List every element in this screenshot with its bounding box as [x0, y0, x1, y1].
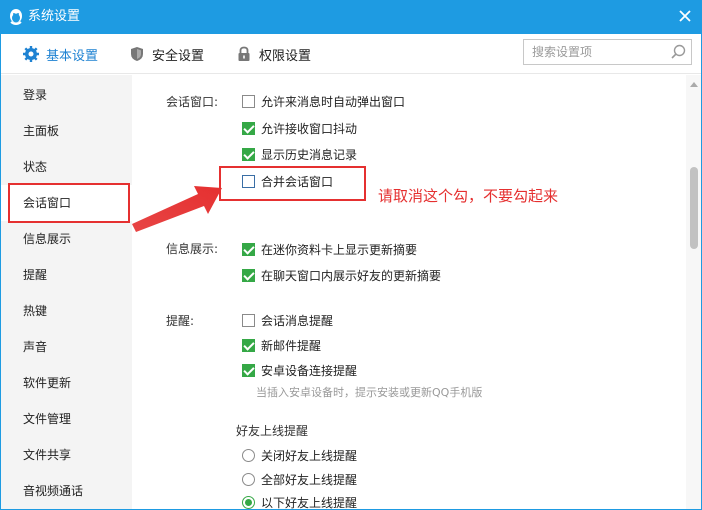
shield-icon: [131, 47, 143, 61]
sidebar-item-software-update[interactable]: 软件更新: [0, 365, 132, 401]
sidebar-item-label: 音视频通话: [23, 484, 84, 498]
scrollbar-thumb[interactable]: [690, 167, 698, 249]
title-bar: 系统设置: [0, 0, 702, 34]
sidebar-item-label: 信息展示: [23, 232, 72, 246]
sidebar-item-label: 热键: [23, 304, 48, 318]
tab-security-settings[interactable]: 安全设置: [128, 34, 204, 74]
sidebar-item-label: 文件管理: [23, 412, 72, 426]
radio-selected-online-reminder[interactable]: 以下好友上线提醒: [242, 493, 357, 510]
qq-penguin-icon: [10, 9, 22, 25]
annotation-highlight-sidebar: [8, 183, 130, 223]
search-input[interactable]: [524, 40, 664, 64]
option-label: 以下好友上线提醒: [261, 495, 358, 510]
window-title: 系统设置: [28, 9, 81, 24]
annotation-highlight-option: [219, 166, 366, 201]
option-label: 全部好友上线提醒: [261, 472, 358, 487]
tab-label: 基本设置: [46, 48, 99, 64]
gear-icon: [23, 46, 39, 62]
checkbox-box[interactable]: [242, 363, 255, 377]
sidebar-item-label: 文件共享: [23, 448, 72, 462]
option-label: 在迷你资料卡上显示更新摘要: [261, 242, 418, 257]
annotation-text: 请取消这个勾，不要勾起来: [378, 187, 559, 205]
option-label: 显示历史消息记录: [261, 147, 358, 162]
annotation-arrow-icon: [132, 186, 222, 232]
section-label-info-display: 信息展示:: [166, 242, 219, 256]
checkbox-box[interactable]: [242, 242, 255, 256]
option-label: 安卓设备连接提醒: [261, 363, 358, 378]
tab-basic-settings[interactable]: 基本设置: [22, 34, 98, 74]
option-label: 关闭好友上线提醒: [261, 448, 358, 463]
sidebar-item-label: 软件更新: [23, 376, 72, 390]
option-label: 会话消息提醒: [261, 313, 334, 328]
checkbox-chat-window-summary[interactable]: 在聊天窗口内展示好友的更新摘要: [242, 266, 441, 284]
tab-bar: 基本设置 安全设置 权限设置: [0, 34, 702, 74]
radio-close-online-reminder[interactable]: 关闭好友上线提醒: [242, 446, 357, 464]
checkbox-message-reminder[interactable]: 会话消息提醒: [242, 311, 333, 329]
radio-all-online-reminder[interactable]: 全部好友上线提醒: [242, 470, 357, 488]
checkbox-box[interactable]: [242, 268, 255, 282]
option-label: 在聊天窗口内展示好友的更新摘要: [261, 268, 442, 283]
checkbox-show-history[interactable]: 显示历史消息记录: [242, 145, 357, 163]
section-label-chat-window: 会话窗口:: [166, 95, 219, 109]
scroll-up-icon[interactable]: [690, 81, 698, 87]
close-icon[interactable]: [674, 5, 696, 27]
sidebar-item-reminder[interactable]: 提醒: [0, 257, 132, 293]
checkbox-new-mail-reminder[interactable]: 新邮件提醒: [242, 336, 321, 354]
section-label-reminder: 提醒:: [166, 314, 195, 328]
search-box[interactable]: [523, 39, 692, 65]
radio-button[interactable]: [242, 472, 255, 486]
tab-label: 安全设置: [152, 48, 205, 64]
option-label: 新邮件提醒: [261, 338, 322, 353]
lock-icon: [238, 46, 250, 61]
tab-permission-settings[interactable]: 权限设置: [235, 34, 311, 74]
checkbox-mini-card-summary[interactable]: 在迷你资料卡上显示更新摘要: [242, 240, 417, 258]
option-label: 允许接收窗口抖动: [261, 121, 358, 136]
option-label: 允许来消息时自动弹出窗口: [261, 94, 406, 109]
settings-content: 会话窗口: 允许来消息时自动弹出窗口 允许接收窗口抖动 显示历史消息记录 合并会…: [132, 75, 686, 510]
checkbox-android-reminder[interactable]: 安卓设备连接提醒: [242, 361, 357, 379]
android-hint-text: 当插入安卓设备时，提示安装或更新QQ手机版: [256, 386, 483, 399]
sidebar: 登录 主面板 状态 会话窗口 信息展示 提醒 热键 声音 软件更新 文件管理 文…: [0, 75, 132, 510]
sidebar-item-label: 主面板: [23, 124, 60, 138]
radio-button[interactable]: [242, 448, 255, 462]
checkbox-auto-popup[interactable]: 允许来消息时自动弹出窗口: [242, 92, 405, 110]
sidebar-item-file-management[interactable]: 文件管理: [0, 401, 132, 437]
content-scrollbar[interactable]: [686, 75, 702, 510]
sidebar-item-status[interactable]: 状态: [0, 149, 132, 185]
sidebar-item-label: 登录: [23, 88, 48, 102]
sidebar-item-av-call[interactable]: 音视频通话: [0, 473, 132, 509]
friend-online-heading: 好友上线提醒: [236, 424, 309, 438]
sidebar-item-label: 状态: [23, 160, 48, 174]
sidebar-item-info-display[interactable]: 信息展示: [0, 221, 132, 257]
radio-button[interactable]: [242, 495, 255, 509]
sidebar-item-main-panel[interactable]: 主面板: [0, 113, 132, 149]
checkbox-window-shake[interactable]: 允许接收窗口抖动: [242, 119, 357, 137]
checkbox-box[interactable]: [242, 94, 255, 108]
search-icon[interactable]: [669, 43, 687, 61]
checkbox-box[interactable]: [242, 121, 255, 135]
sidebar-item-hotkey[interactable]: 热键: [0, 293, 132, 329]
checkbox-box[interactable]: [242, 338, 255, 352]
checkbox-box[interactable]: [242, 147, 255, 161]
sidebar-item-login[interactable]: 登录: [0, 77, 132, 113]
sidebar-item-file-sharing[interactable]: 文件共享: [0, 437, 132, 473]
sidebar-item-sound[interactable]: 声音: [0, 329, 132, 365]
sidebar-item-label: 提醒: [23, 268, 48, 282]
tab-label: 权限设置: [259, 48, 312, 64]
checkbox-box[interactable]: [242, 313, 255, 327]
sidebar-item-label: 声音: [23, 340, 48, 354]
